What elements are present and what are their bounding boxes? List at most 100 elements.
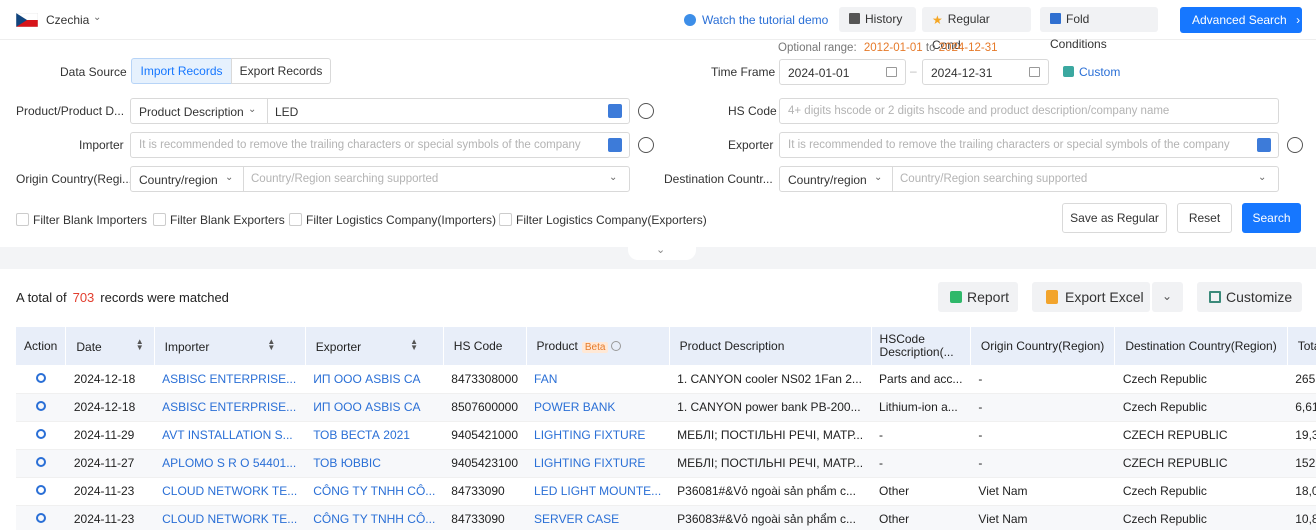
search-icon[interactable] [35, 401, 46, 411]
importer-cell[interactable]: CLOUD NETWORK TE... [154, 477, 306, 506]
table-row[interactable]: 2024-12-18 ASBISC ENTERPRISE... ИП ООО ASB… [16, 365, 1316, 394]
history-button[interactable]: History [839, 7, 916, 32]
filter-logistics-importers-checkbox[interactable] [289, 213, 302, 226]
exporter-cell[interactable]: ТОВ ВЕСТА 2021 [305, 421, 444, 450]
destination-type-select[interactable]: Country/region [788, 173, 867, 187]
search-icon[interactable] [35, 372, 46, 383]
importer-cell[interactable]: AVT INSTALLATION S... [154, 421, 306, 450]
date-cell: 2024-11-23 [65, 477, 155, 506]
regular-cond-button[interactable]: ★ Regular Cond. [922, 7, 1031, 52]
product-cell[interactable]: FAN [526, 365, 670, 394]
header-exporter[interactable]: Exporter ▲ ▼ [305, 327, 444, 365]
collapse-toggle[interactable]: ⌄ [628, 244, 696, 260]
origin-country-cell: Viet Nam [970, 505, 1115, 530]
search-icon[interactable] [35, 429, 46, 439]
results-suffix: records were matched [100, 290, 229, 305]
destination-placeholder: Country/Region searching supported [900, 173, 1088, 185]
translate-icon[interactable] [608, 104, 622, 118]
export-menu-button[interactable]: ⌄ [1152, 282, 1183, 312]
origin-country-cell: Viet Nam [970, 477, 1115, 506]
filter-blank-importers-label[interactable]: Filter Blank Importers [33, 213, 147, 227]
reset-button[interactable]: Reset [1177, 203, 1232, 233]
header-importer[interactable]: Importer ▲ ▼ [154, 327, 306, 365]
search-button[interactable]: Search [1242, 203, 1301, 233]
search-icon[interactable] [35, 485, 46, 495]
date-start-input[interactable]: 2024-01-01 [779, 59, 906, 85]
history-icon[interactable] [1287, 137, 1303, 153]
origin-type-select[interactable]: Country/region [139, 173, 218, 187]
filter-logistics-importers-label[interactable]: Filter Logistics Company(Importers) [306, 213, 496, 227]
sort-icon[interactable]: ▲ ▼ [267, 337, 275, 351]
filter-logistics-exporters-label[interactable]: Filter Logistics Company(Exporters) [516, 213, 707, 227]
tutorial-link[interactable]: Watch the tutorial demo [684, 13, 828, 27]
exporter-cell[interactable]: ИП ООО ASBIS CA [305, 393, 444, 422]
import-records-tab[interactable]: Import Records [131, 58, 232, 84]
translate-icon[interactable] [608, 138, 622, 152]
custom-link[interactable]: Custom [1079, 65, 1120, 79]
exporter-cell[interactable]: CÔNG TY TNHH CÔ... [305, 477, 444, 506]
table-row[interactable]: 2024-11-29 AVT INSTALLATION S... ТОВ ВЕСТА… [16, 421, 1316, 450]
advanced-search-button[interactable]: Advanced Search › [1180, 7, 1302, 33]
exporter-cell[interactable]: ИП ООО ASBIS CA [305, 365, 444, 394]
exporter-cell[interactable]: CÔNG TY TNHH CÔ... [305, 505, 444, 530]
product-type-select[interactable]: Product Description [139, 105, 244, 119]
exporter-cell[interactable]: ТОВ ЮВВІС [305, 449, 444, 478]
search-icon[interactable] [35, 513, 46, 523]
header-product-label: Product [536, 339, 578, 353]
importer-cell[interactable]: ASBISC ENTERPRISE... [154, 393, 306, 422]
country-selector[interactable]: Czechia [46, 13, 89, 27]
importer-input[interactable]: It is recommended to remove the trailing… [130, 132, 630, 158]
hs-code-input[interactable]: 4+ digits hscode or 2 digits hscode and … [779, 98, 1279, 124]
customize-button[interactable]: Customize [1197, 282, 1302, 312]
product-value-input[interactable]: LED [275, 105, 298, 119]
product-cell[interactable]: SERVER CASE [526, 505, 670, 530]
fold-conditions-button[interactable]: Fold Conditions [1040, 7, 1158, 51]
save-regular-button[interactable]: Save as Regular [1062, 203, 1167, 233]
chevron-down-icon[interactable]: ⌄ [248, 104, 256, 115]
total-price-cell: 265 [1287, 365, 1316, 394]
export-excel-button[interactable]: Export Excel [1032, 282, 1150, 312]
chevron-down-icon[interactable]: ⌄ [225, 172, 233, 183]
chevron-down-icon[interactable]: ⌄ [609, 172, 617, 183]
product-cell[interactable]: LED LIGHT MOUNTE... [526, 477, 670, 506]
exporter-input[interactable]: It is recommended to remove the trailing… [779, 132, 1279, 158]
action-cell [16, 449, 66, 478]
action-cell [16, 365, 66, 394]
chevron-down-icon[interactable]: ⌄ [1258, 172, 1266, 183]
filter-logistics-exporters-checkbox[interactable] [499, 213, 512, 226]
hs-code-cell: 9405421000 [443, 421, 527, 450]
product-cell[interactable]: POWER BANK [526, 393, 670, 422]
product-cell[interactable]: LIGHTING FIXTURE [526, 449, 670, 478]
sort-icon[interactable]: ▲ ▼ [136, 337, 144, 351]
report-button[interactable]: Report [938, 282, 1018, 312]
origin-field[interactable]: Country/region ⌄ Country/Region searchin… [130, 166, 630, 192]
header-date[interactable]: Date ▲ ▼ [65, 327, 155, 365]
export-records-tab[interactable]: Export Records [231, 58, 331, 84]
table-row[interactable]: 2024-11-23 CLOUD NETWORK TE... CÔNG TY TNH… [16, 505, 1316, 530]
product-cell[interactable]: LIGHTING FIXTURE [526, 421, 670, 450]
translate-icon[interactable] [1257, 138, 1271, 152]
importer-cell[interactable]: ASBISC ENTERPRISE... [154, 365, 306, 394]
table-row[interactable]: 2024-11-23 CLOUD NETWORK TE... CÔNG TY TNH… [16, 477, 1316, 506]
date-cell: 2024-11-27 [65, 449, 155, 478]
sort-icon[interactable]: ▲ ▼ [410, 337, 418, 351]
chevron-down-icon[interactable]: ⌄ [93, 12, 101, 23]
history-icon[interactable] [638, 137, 654, 153]
date-end-input[interactable]: 2024-12-31 [922, 59, 1049, 85]
total-price-cell: 19,320.46 [1287, 421, 1316, 450]
importer-cell[interactable]: APLOMO S R O 54401... [154, 449, 306, 478]
filter-blank-exporters-checkbox[interactable] [153, 213, 166, 226]
filter-blank-importers-checkbox[interactable] [16, 213, 29, 226]
fold-icon [1050, 13, 1061, 24]
history-icon[interactable] [638, 103, 654, 119]
help-icon[interactable] [611, 341, 622, 351]
search-icon[interactable] [35, 457, 46, 467]
product-field[interactable]: Product Description ⌄ LED [130, 98, 630, 124]
table-row[interactable]: 2024-11-27 APLOMO S R O 54401... ТОВ ЮВВІС… [16, 449, 1316, 478]
importer-cell[interactable]: CLOUD NETWORK TE... [154, 505, 306, 530]
chevron-down-icon[interactable]: ⌄ [874, 172, 882, 183]
destination-field[interactable]: Country/region ⌄ Country/Region searchin… [779, 166, 1279, 192]
table-row[interactable]: 2024-12-18 ASBISC ENTERPRISE... ИП ООО ASB… [16, 393, 1316, 422]
chevron-down-icon: ⌄ [656, 244, 666, 256]
filter-blank-exporters-label[interactable]: Filter Blank Exporters [170, 213, 285, 227]
